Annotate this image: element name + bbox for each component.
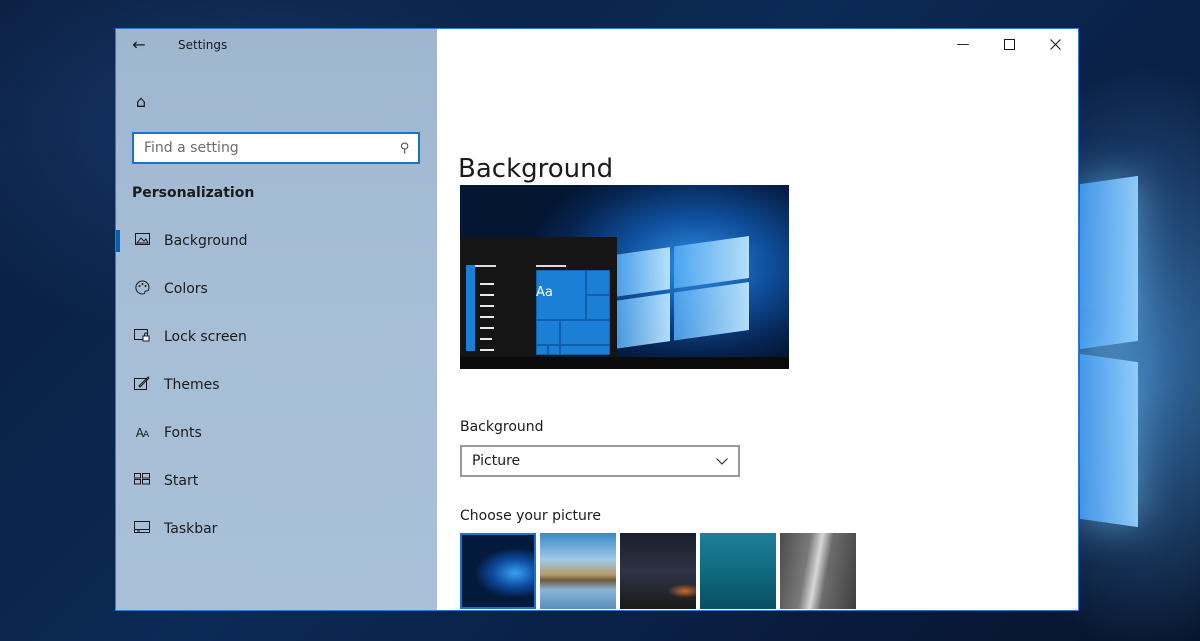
sidebar-item-taskbar[interactable]: Taskbar bbox=[116, 505, 437, 553]
palette-icon bbox=[132, 279, 152, 299]
sidebar-nav: Background Colors Lock screen Themes AA … bbox=[116, 217, 437, 553]
sidebar-item-colors[interactable]: Colors bbox=[116, 265, 437, 313]
fonts-icon: AA bbox=[135, 426, 149, 440]
sidebar-item-label: Taskbar bbox=[164, 521, 218, 537]
minimize-icon[interactable]: — bbox=[940, 29, 986, 59]
choose-picture-label: Choose your picture bbox=[460, 508, 601, 524]
background-field-label: Background bbox=[460, 419, 544, 435]
taskbar-icon bbox=[132, 521, 152, 537]
sidebar-item-label: Background bbox=[164, 233, 248, 249]
picture-thumbnails bbox=[460, 533, 856, 609]
background-preview: Aa bbox=[460, 185, 789, 369]
window-title: Settings bbox=[178, 38, 228, 52]
sidebar-item-themes[interactable]: Themes bbox=[116, 361, 437, 409]
start-icon bbox=[132, 473, 152, 489]
sidebar-item-lock-screen[interactable]: Lock screen bbox=[116, 313, 437, 361]
search-icon[interactable]: ⚲ bbox=[400, 141, 410, 156]
background-dropdown[interactable]: Picture bbox=[460, 445, 740, 477]
thumbnail-night-sky-tent[interactable] bbox=[620, 533, 696, 609]
back-arrow-icon[interactable]: ← bbox=[126, 33, 152, 55]
sidebar-item-fonts[interactable]: AA Fonts bbox=[116, 409, 437, 457]
window-controls: — bbox=[940, 29, 1078, 59]
thumbnail-rock-cliff[interactable] bbox=[780, 533, 856, 609]
picture-icon bbox=[132, 233, 152, 249]
thumbnail-underwater-swimmer[interactable] bbox=[700, 533, 776, 609]
settings-window: ← Settings ⌂ ⚲ Personalization Backgroun… bbox=[115, 28, 1079, 611]
search-box[interactable]: ⚲ bbox=[132, 132, 420, 164]
thumbnail-beach-rocks[interactable] bbox=[540, 533, 616, 609]
desktop-windows-logo bbox=[1080, 175, 1200, 530]
sidebar-item-label: Start bbox=[164, 473, 199, 489]
background-dropdown-value: Picture bbox=[472, 453, 521, 469]
sidebar: ← Settings ⌂ ⚲ Personalization Backgroun… bbox=[116, 29, 437, 610]
close-icon[interactable] bbox=[1032, 29, 1078, 59]
preview-start-menu: Aa bbox=[460, 237, 617, 357]
sidebar-item-background[interactable]: Background bbox=[116, 217, 437, 265]
themes-icon bbox=[132, 376, 152, 394]
sidebar-item-label: Themes bbox=[164, 377, 220, 393]
section-heading: Personalization bbox=[132, 185, 255, 201]
sidebar-item-label: Lock screen bbox=[164, 329, 247, 345]
lock-screen-icon bbox=[132, 328, 152, 346]
page-title: Background bbox=[458, 154, 614, 185]
sidebar-item-start[interactable]: Start bbox=[116, 457, 437, 505]
maximize-icon[interactable] bbox=[986, 29, 1032, 59]
sidebar-item-label: Colors bbox=[164, 281, 208, 297]
preview-taskbar bbox=[460, 357, 789, 369]
preview-windows-logo bbox=[615, 235, 755, 350]
preview-sample-text: Aa bbox=[536, 285, 553, 300]
thumbnail-windows-logo[interactable] bbox=[460, 533, 536, 609]
content-pane: — Background Aa Background Picture Choos… bbox=[437, 29, 1078, 610]
chevron-down-icon bbox=[716, 454, 728, 468]
sidebar-item-label: Fonts bbox=[164, 425, 202, 441]
home-icon[interactable]: ⌂ bbox=[128, 89, 154, 113]
search-input[interactable] bbox=[144, 140, 401, 156]
